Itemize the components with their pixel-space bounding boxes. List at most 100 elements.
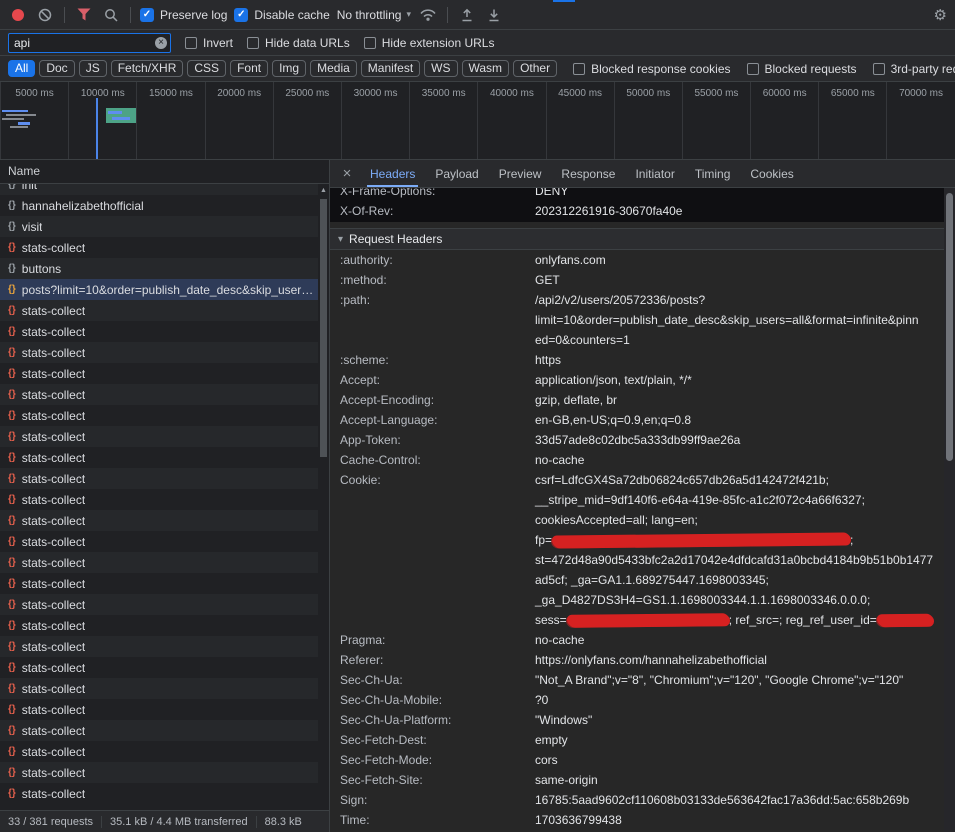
request-row[interactable]: {} stats-collect — [0, 321, 329, 342]
hide-extension-urls-group: Hide extension URLs — [364, 36, 495, 50]
network-conditions-button[interactable] — [418, 5, 438, 25]
filter-chip[interactable]: Img — [272, 60, 306, 77]
hide-data-urls-label: Hide data URLs — [265, 36, 350, 50]
waterfall-bar — [108, 111, 122, 114]
filter-chip[interactable]: Doc — [39, 60, 74, 77]
close-icon[interactable]: × — [334, 165, 360, 182]
toolbar-divider — [447, 7, 448, 23]
braces-icon: {} — [8, 515, 16, 526]
scrollbar-thumb[interactable] — [946, 193, 953, 461]
request-row[interactable]: {} stats-collect — [0, 447, 329, 468]
scrollbar-thumb[interactable] — [320, 199, 327, 457]
request-row[interactable]: {} visit — [0, 216, 329, 237]
request-list-scrollbar[interactable]: ▲ — [318, 184, 329, 810]
braces-icon: {} — [8, 536, 16, 547]
header-name: Sec-Ch-Ua: — [340, 670, 535, 690]
timeline-cell: 20000 ms — [205, 82, 273, 159]
disable-cache-checkbox[interactable]: ✓ — [234, 8, 248, 22]
detail-tab[interactable]: Payload — [425, 160, 488, 187]
header-value: https://onlyfans.com/hannahelizabethoffi… — [535, 650, 767, 670]
filter-chip[interactable]: Wasm — [462, 60, 510, 77]
filter-chip[interactable]: Manifest — [361, 60, 420, 77]
invert-label: Invert — [203, 36, 233, 50]
request-row[interactable]: {} stats-collect — [0, 510, 329, 531]
filter-chip[interactable]: JS — [79, 60, 107, 77]
request-row[interactable]: {} hannahelizabethofficial — [0, 195, 329, 216]
hide-data-urls-checkbox[interactable] — [247, 37, 259, 49]
filter-chip[interactable]: Media — [310, 60, 357, 77]
funnel-icon — [77, 8, 91, 21]
detail-tab[interactable]: Cookies — [740, 160, 803, 187]
request-row[interactable]: {} stats-collect — [0, 363, 329, 384]
request-row[interactable]: {} stats-collect — [0, 405, 329, 426]
scroll-up-icon[interactable]: ▲ — [320, 187, 327, 194]
request-row[interactable]: {} buttons — [0, 258, 329, 279]
request-row[interactable]: {} stats-collect — [0, 300, 329, 321]
request-row[interactable]: {} stats-collect — [0, 783, 329, 804]
upload-icon — [460, 8, 474, 22]
request-row[interactable]: {} init — [0, 184, 329, 195]
request-row[interactable]: {} stats-collect — [0, 699, 329, 720]
preserve-log-checkbox[interactable]: ✓ — [140, 8, 154, 22]
request-row[interactable]: {} stats-collect — [0, 741, 329, 762]
filter-chip[interactable]: All — [8, 60, 35, 77]
request-headers-section-toggle[interactable]: ▾ Request Headers — [330, 228, 955, 250]
request-row[interactable]: {} stats-collect — [0, 636, 329, 657]
request-row[interactable]: {} stats-collect — [0, 594, 329, 615]
clear-filter-icon[interactable]: × — [155, 37, 167, 49]
waterfall-bar — [112, 117, 130, 120]
import-har-button[interactable] — [457, 5, 477, 25]
filter-chip[interactable]: CSS — [187, 60, 226, 77]
request-row[interactable]: {} stats-collect — [0, 468, 329, 489]
settings-button[interactable]: ⚙ — [934, 6, 947, 24]
request-row[interactable]: {} posts?limit=10&order=publish_date_des… — [0, 279, 329, 300]
filter-chip[interactable]: Other — [513, 60, 557, 77]
timeline-cell: 15000 ms — [136, 82, 204, 159]
timeline-tick-label: 70000 ms — [899, 88, 943, 99]
filter-chip[interactable]: Font — [230, 60, 268, 77]
request-row[interactable]: {} stats-collect — [0, 426, 329, 447]
throttling-select[interactable]: No throttling ▾ — [337, 8, 411, 22]
third-party-requests-checkbox[interactable] — [873, 63, 885, 75]
record-button[interactable] — [8, 5, 28, 25]
hide-extension-urls-checkbox[interactable] — [364, 37, 376, 49]
detail-scrollbar[interactable] — [944, 188, 955, 832]
blocked-response-cookies-checkbox[interactable] — [573, 63, 585, 75]
request-row[interactable]: {} stats-collect — [0, 657, 329, 678]
request-name: posts?limit=10&order=publish_date_desc&s… — [22, 283, 314, 297]
timeline-cell: 35000 ms — [409, 82, 477, 159]
header-value: en-GB,en-US;q=0.9,en;q=0.8 — [535, 410, 691, 430]
detail-tab[interactable]: Initiator — [625, 160, 684, 187]
request-row[interactable]: {} stats-collect — [0, 720, 329, 741]
filter-toggle-button[interactable] — [74, 5, 94, 25]
blocked-cookies-group: Blocked response cookies — [573, 62, 730, 76]
clear-icon — [37, 7, 53, 23]
request-row[interactable]: {} stats-collect — [0, 678, 329, 699]
detail-tab[interactable]: Headers — [360, 160, 425, 187]
request-row[interactable]: {} stats-collect — [0, 615, 329, 636]
request-row[interactable]: {} stats-collect — [0, 762, 329, 783]
waterfall-bar — [2, 118, 24, 120]
filter-chip[interactable]: Fetch/XHR — [111, 60, 184, 77]
request-row[interactable]: {} stats-collect — [0, 552, 329, 573]
filter-chip[interactable]: WS — [424, 60, 457, 77]
request-row[interactable]: {} stats-collect — [0, 573, 329, 594]
request-row[interactable]: {} stats-collect — [0, 384, 329, 405]
name-column-header[interactable]: Name — [0, 160, 329, 184]
request-row[interactable]: {} stats-collect — [0, 237, 329, 258]
filter-input[interactable] — [14, 36, 152, 50]
request-row[interactable]: {} stats-collect — [0, 342, 329, 363]
network-overview-timeline[interactable]: 5000 ms10000 ms15000 ms20000 ms25000 ms3… — [0, 82, 955, 160]
invert-checkbox[interactable] — [185, 37, 197, 49]
detail-tab[interactable]: Timing — [685, 160, 741, 187]
clear-button[interactable] — [35, 5, 55, 25]
search-button[interactable] — [101, 5, 121, 25]
detail-tab[interactable]: Response — [551, 160, 625, 187]
request-row[interactable]: {} stats-collect — [0, 531, 329, 552]
blocked-requests-checkbox[interactable] — [747, 63, 759, 75]
export-har-button[interactable] — [484, 5, 504, 25]
braces-icon: {} — [8, 263, 16, 274]
headers-content: X-Frame-Options: DENY X-Of-Rev: 20231226… — [330, 188, 955, 832]
detail-tab[interactable]: Preview — [489, 160, 552, 187]
request-row[interactable]: {} stats-collect — [0, 489, 329, 510]
